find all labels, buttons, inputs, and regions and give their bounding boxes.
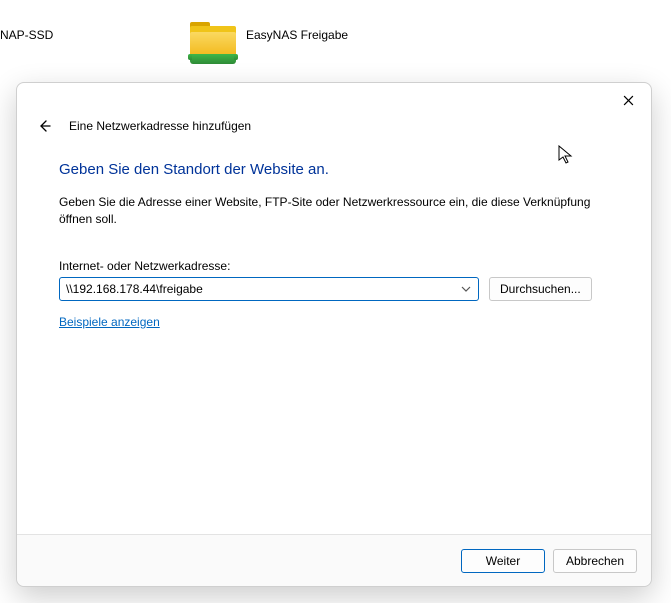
desktop-area: NAP-SSD EasyNAS Freigabe <box>0 0 671 80</box>
address-row: Durchsuchen... <box>59 277 609 301</box>
next-button[interactable]: Weiter <box>461 549 545 573</box>
chevron-down-icon <box>461 286 471 292</box>
wizard-header: Eine Netzwerkadresse hinzufügen <box>17 113 651 139</box>
wizard-title: Eine Netzwerkadresse hinzufügen <box>69 119 251 133</box>
dialog-content: Geben Sie den Standort der Website an. G… <box>17 139 651 534</box>
desktop-item-label: NAP-SSD <box>0 28 53 42</box>
close-icon <box>623 95 634 106</box>
desktop-item-label: EasyNAS Freigabe <box>246 28 348 42</box>
close-button[interactable] <box>611 86 645 114</box>
desktop-item-nap-ssd[interactable]: NAP-SSD <box>0 24 100 80</box>
page-heading: Geben Sie den Standort der Website an. <box>59 161 609 178</box>
arrow-left-icon <box>36 118 52 134</box>
address-combobox[interactable] <box>59 277 479 301</box>
combobox-dropdown-button[interactable] <box>458 281 474 297</box>
titlebar <box>17 83 651 117</box>
back-button[interactable] <box>33 115 55 137</box>
address-input[interactable] <box>66 282 458 296</box>
dialog-footer: Weiter Abbrechen <box>17 534 651 586</box>
page-description: Geben Sie die Adresse einer Website, FTP… <box>59 194 599 229</box>
cancel-button[interactable]: Abbrechen <box>553 549 637 573</box>
add-network-location-dialog: Eine Netzwerkadresse hinzufügen Geben Si… <box>16 82 652 587</box>
address-field-label: Internet- oder Netzwerkadresse: <box>59 259 609 273</box>
desktop-item-easynas[interactable]: EasyNAS Freigabe <box>190 24 348 80</box>
show-examples-link[interactable]: Beispiele anzeigen <box>59 315 160 329</box>
shared-folder-icon <box>190 24 236 62</box>
browse-button[interactable]: Durchsuchen... <box>489 277 592 301</box>
